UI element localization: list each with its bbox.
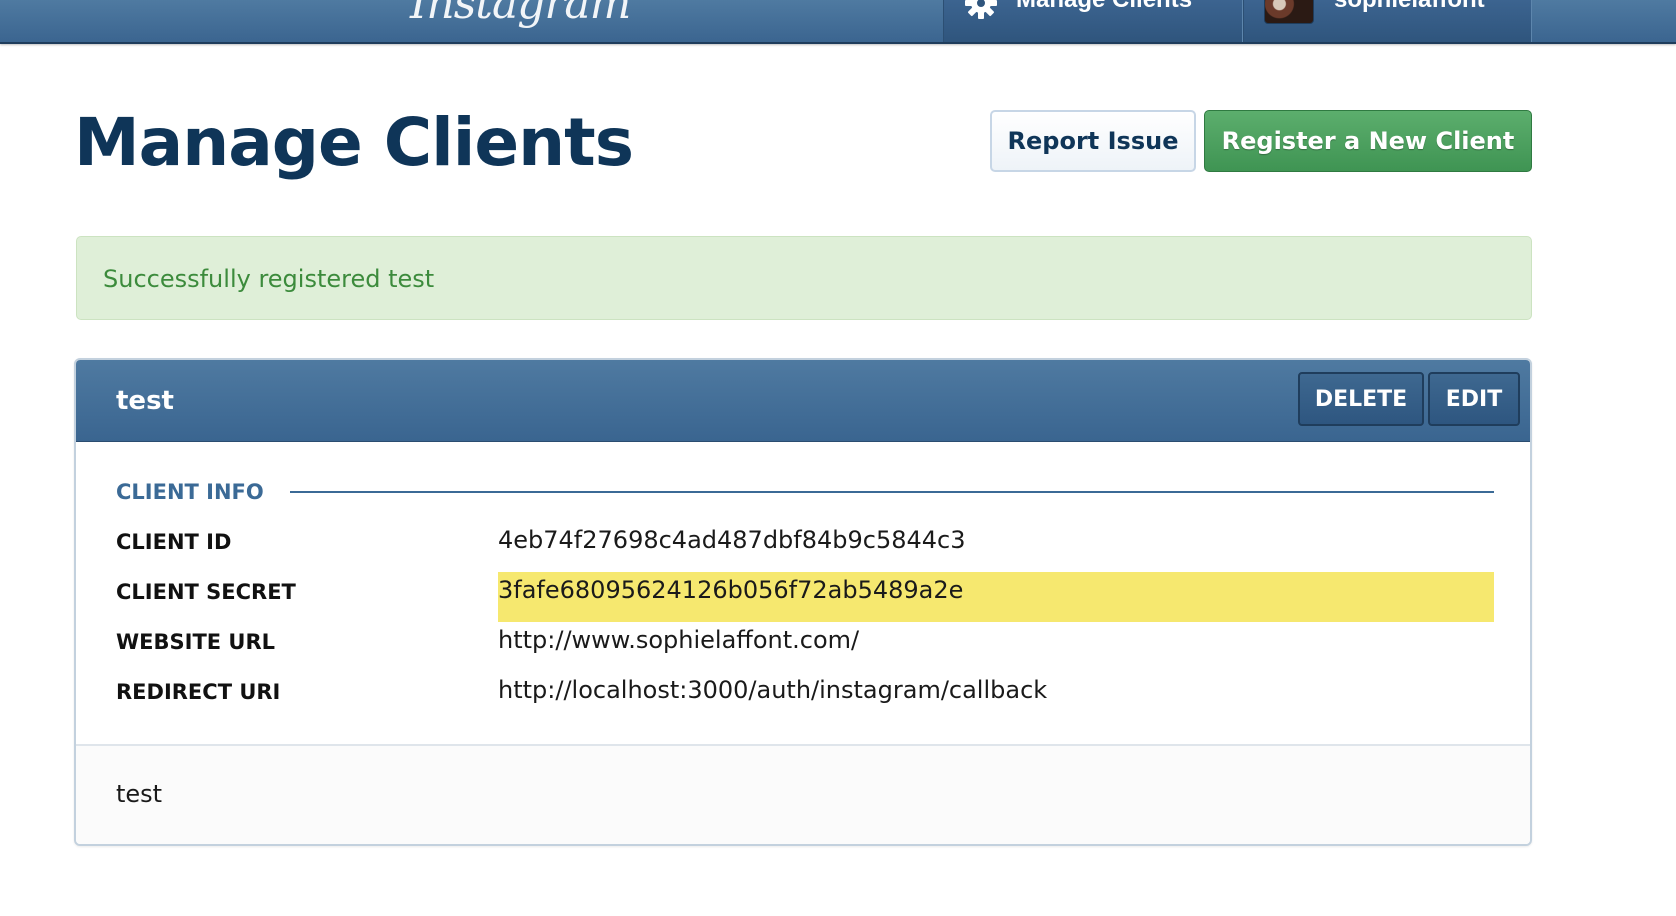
gear-icon	[965, 0, 997, 19]
client-secret-value[interactable]: 3fafe68095624126b056f72ab5489a2e	[498, 576, 963, 604]
nav-username: sophielaffont	[1334, 0, 1485, 14]
success-alert-message: Successfully registered test	[103, 265, 435, 293]
client-id-value[interactable]: 4eb74f27698c4ad487dbf84b9c5844c3	[498, 526, 966, 554]
nav-manage-clients-label: Manage Clients	[1016, 0, 1192, 14]
success-alert: Successfully registered test	[76, 236, 1532, 320]
section-divider	[290, 491, 1494, 493]
edit-client-button[interactable]: EDIT	[1428, 372, 1520, 426]
delete-client-button[interactable]: DELETE	[1298, 372, 1424, 426]
website-url-label: WEBSITE URL	[116, 630, 276, 654]
client-panel-header: test DELETE EDIT	[76, 360, 1530, 442]
top-navigation-bar: Instagram Manage Clients sophielaffont	[0, 0, 1676, 44]
client-description: test	[116, 780, 163, 808]
report-issue-button[interactable]: Report Issue	[990, 110, 1196, 172]
instagram-logo[interactable]: Instagram	[410, 0, 631, 29]
nav-item-user-menu[interactable]: sophielaffont	[1243, 0, 1532, 42]
register-new-client-button[interactable]: Register a New Client	[1204, 110, 1532, 172]
nav-item-manage-clients[interactable]: Manage Clients	[943, 0, 1243, 42]
client-description-section: test	[76, 744, 1530, 844]
website-url-value[interactable]: http://www.sophielaffont.com/	[498, 626, 859, 654]
client-info-heading: CLIENT INFO	[116, 480, 264, 504]
redirect-uri-label: REDIRECT URI	[116, 680, 281, 704]
page-title: Manage Clients	[74, 104, 634, 181]
avatar	[1264, 0, 1314, 24]
redirect-uri-value[interactable]: http://localhost:3000/auth/instagram/cal…	[498, 676, 1047, 704]
client-id-label: CLIENT ID	[116, 530, 232, 554]
client-name: test	[116, 386, 174, 416]
client-panel: test DELETE EDIT CLIENT INFO CLIENT ID 4…	[74, 358, 1532, 846]
client-secret-label: CLIENT SECRET	[116, 580, 296, 604]
